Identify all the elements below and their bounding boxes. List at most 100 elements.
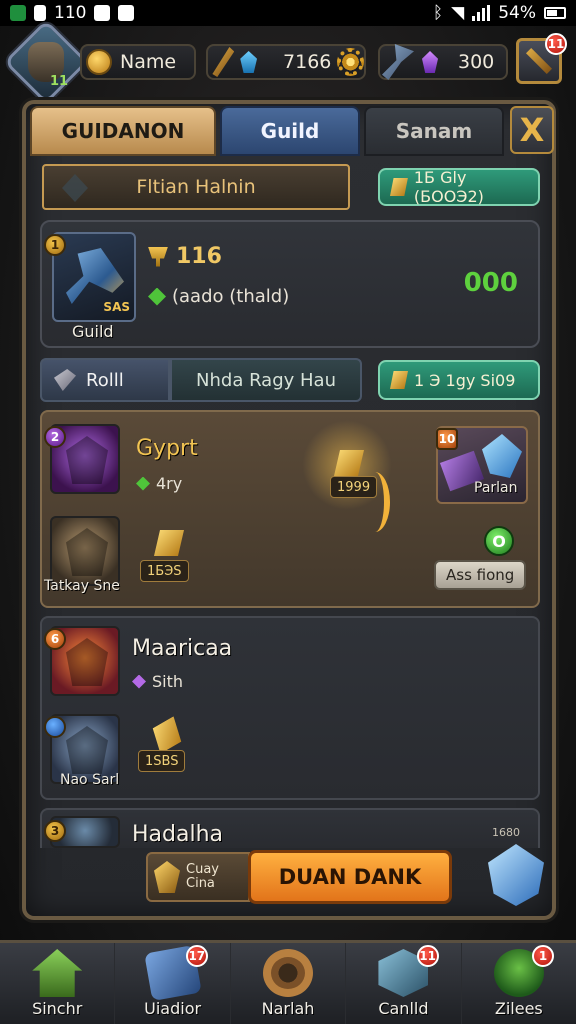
gold-ingot-icon xyxy=(154,530,184,556)
crystal-icon xyxy=(482,434,522,478)
action-chip-line-1: Cuay xyxy=(186,861,219,877)
member-1-secondary-label: Tatkay Sne xyxy=(44,578,120,594)
name-bar[interactable]: Name xyxy=(80,44,196,80)
action-chip[interactable]: Cuay Cina xyxy=(146,852,250,902)
assign-button[interactable]: Ass fiong xyxy=(434,560,527,590)
filter-row: Rolll Nhda Ragy Hau 1 Э 1gy Si09 xyxy=(40,358,540,402)
name-label: Name xyxy=(120,51,177,73)
banner-gem-icon xyxy=(62,174,88,202)
guild-green-value: 000 xyxy=(463,268,518,298)
close-button[interactable]: X xyxy=(510,106,554,154)
nav-label: Zilees xyxy=(494,999,543,1018)
battery-icon xyxy=(544,7,566,19)
filter-second-label: Nhda Ragy Hau xyxy=(196,369,336,391)
status-right: ᛒ ◥ 54% xyxy=(433,3,566,23)
guild-status-row: (aado (thald) xyxy=(148,286,289,307)
game-icon xyxy=(118,5,135,21)
guild-level-pill-text: 1Б Gly (БООЭ2) xyxy=(413,168,484,206)
member-card-3[interactable]: 3 Hadalha xyxy=(40,808,540,848)
image-icon xyxy=(94,5,111,21)
close-icon: X xyxy=(519,111,545,149)
bottom-nav: Sinchr 17 Uiadior Narlah 11 Canlld 1 Zil… xyxy=(0,940,576,1024)
action-chip-text: Cuay Cina xyxy=(186,861,219,892)
member-2-ingot-value: 1SBS xyxy=(138,750,186,772)
trophy-icon xyxy=(148,246,168,267)
tab-guidanon[interactable]: GUIDANON xyxy=(30,106,216,156)
ingot-icon xyxy=(390,371,408,389)
status-left: 110 xyxy=(10,3,135,23)
member-3-badge: 3 xyxy=(44,820,66,842)
blue-gem-icon xyxy=(240,51,258,73)
gold-ingot-icon xyxy=(148,716,187,754)
member-1-secondary-portrait[interactable] xyxy=(50,516,120,586)
action-chip-line-2: Cina xyxy=(186,876,215,891)
cube-icon xyxy=(66,726,108,774)
amulet-icon xyxy=(154,861,180,893)
nav-item-2[interactable]: 17 Uiadior xyxy=(115,943,231,1024)
tab-label: GUIDANON xyxy=(61,119,185,143)
trophy-value: 116 xyxy=(176,244,222,269)
member-card-1[interactable]: 2 Gyprt 4ry Tatkay Sne 1БЭS 1999 Parlan … xyxy=(40,410,540,608)
currency-2-value: 300 xyxy=(458,51,495,73)
roll-icon xyxy=(54,369,76,391)
crystal-label: 1680 xyxy=(492,826,520,839)
nav-label: Sinchr xyxy=(32,999,83,1018)
battery-percent: 54% xyxy=(498,3,536,23)
guild-caption: Guild xyxy=(72,322,114,341)
tab-sanam[interactable]: Sanam xyxy=(364,106,504,156)
tab-label: Sanam xyxy=(395,119,473,143)
top-resource-bar: 11 Name 7166 300 11 xyxy=(0,19,576,105)
green-gem-icon xyxy=(148,287,166,306)
primary-action-button[interactable]: DUAN DANK xyxy=(248,850,452,904)
nav-item-3[interactable]: Narlah xyxy=(231,943,347,1024)
guild-panel: GUIDANON Guild Sanam X Fltian Halnin 1Б … xyxy=(22,100,556,920)
currency-bar-1[interactable]: 7166 xyxy=(206,44,366,80)
member-card-2[interactable]: 6 Maaricaa Sith Nao Sarl 1SBS xyxy=(40,616,540,800)
tab-label: Guild xyxy=(260,119,320,143)
nav-label: Uiadior xyxy=(144,999,202,1018)
signal-icon xyxy=(472,5,491,21)
member-1-sub-row: 4ry xyxy=(136,474,182,493)
nav-badge: 17 xyxy=(185,945,208,967)
guild-level-badge: 1 xyxy=(44,234,66,256)
member-2-sub-row: Sith xyxy=(132,672,183,691)
member-1-ingot-value: 1БЭS xyxy=(140,560,189,582)
demon-face-icon xyxy=(66,436,108,484)
guild-level-pill[interactable]: 1Б Gly (БООЭ2) xyxy=(378,168,540,206)
member-1-sub: 4ry xyxy=(156,474,183,493)
trophy-row: 116 xyxy=(148,244,222,269)
leaf-icon xyxy=(136,476,150,491)
settings-badge: 11 xyxy=(545,33,567,55)
status-left-text: 110 xyxy=(54,3,87,23)
crystal-shop-icon[interactable] xyxy=(488,844,544,906)
currency-1-value: 7166 xyxy=(283,51,332,73)
settings-button[interactable]: 11 xyxy=(516,33,567,84)
player-level: 11 xyxy=(50,74,69,89)
nav-item-1[interactable]: Sinchr xyxy=(0,943,116,1024)
nav-badge: 11 xyxy=(416,945,439,967)
nav-item-4[interactable]: 11 Canlld xyxy=(346,943,462,1024)
filter-pill[interactable]: 1 Э 1gy Si09 xyxy=(378,360,540,400)
app-notification-icon xyxy=(10,5,26,21)
assign-button-label: Ass fiong xyxy=(446,566,515,584)
nav-badge: 1 xyxy=(532,945,555,967)
wifi-icon: ◥ xyxy=(451,3,465,23)
ring-icon xyxy=(263,949,314,997)
primary-action-label: DUAN DANK xyxy=(278,865,422,889)
feather-icon xyxy=(212,47,235,77)
orb-icon: O xyxy=(492,531,506,551)
ingot-icon xyxy=(390,178,408,196)
member-1-orb[interactable]: O xyxy=(484,526,514,556)
currency-bar-2[interactable]: 300 xyxy=(378,44,508,80)
member-2-badge: 6 xyxy=(44,628,66,650)
gear-icon xyxy=(337,48,365,76)
filter-search-field[interactable]: Nhda Ragy Hau xyxy=(170,358,362,402)
filter-first-label: Rolll xyxy=(86,369,124,391)
member-2-name: Maaricaa xyxy=(132,636,233,661)
filter-roll-button[interactable]: Rolll xyxy=(40,358,170,402)
member-1-item-label: Parlan xyxy=(474,480,518,496)
member-3-name: Hadalha xyxy=(132,822,224,847)
bottom-action-bar: Cuay Cina DUAN DANK xyxy=(146,850,452,904)
tab-guild[interactable]: Guild xyxy=(220,106,360,156)
nav-item-5[interactable]: 1 Zilees xyxy=(462,943,576,1024)
